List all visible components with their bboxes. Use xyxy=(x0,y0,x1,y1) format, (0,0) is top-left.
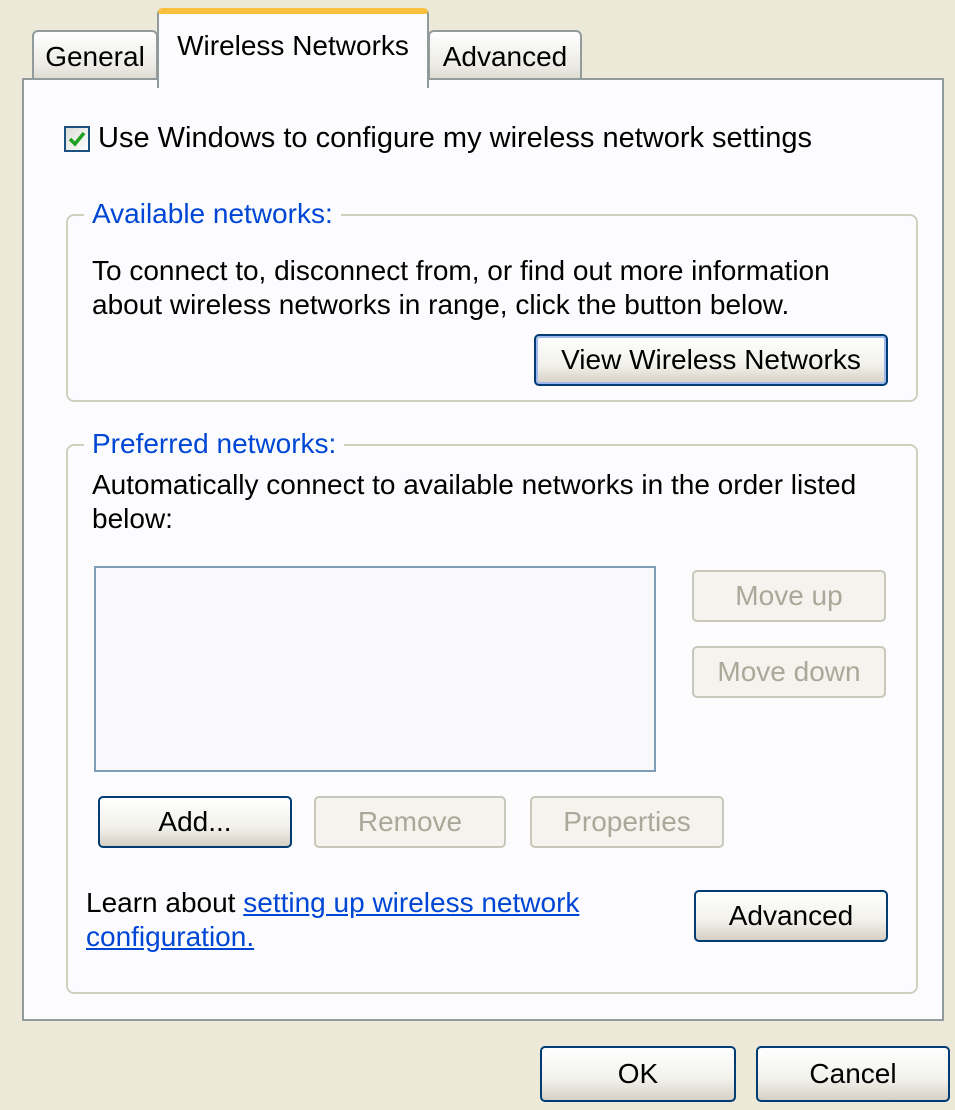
available-networks-group: Available networks: To connect to, disco… xyxy=(66,198,918,402)
available-networks-description: To connect to, disconnect from, or find … xyxy=(92,255,830,320)
preferred-networks-list[interactable] xyxy=(94,566,656,772)
use-windows-checkbox-row[interactable]: Use Windows to configure my wireless net… xyxy=(64,122,812,155)
tab-wireless-networks[interactable]: Wireless Networks xyxy=(157,8,429,88)
remove-button[interactable]: Remove xyxy=(314,796,506,848)
move-down-button[interactable]: Move down xyxy=(692,646,886,698)
wireless-network-connection-properties: General Wireless Networks Advanced Use W… xyxy=(0,0,955,1110)
add-button[interactable]: Add... xyxy=(98,796,292,848)
checkmark-icon xyxy=(68,131,86,147)
preferred-networks-group: Preferred networks: Automatically connec… xyxy=(66,428,918,994)
use-windows-checkbox[interactable] xyxy=(64,125,90,152)
tab-general[interactable]: General xyxy=(32,30,158,80)
tab-panel: Use Windows to configure my wireless net… xyxy=(22,78,944,1021)
available-networks-legend: Available networks: xyxy=(84,198,341,230)
move-up-button[interactable]: Move up xyxy=(692,570,886,622)
preferred-networks-description: Automatically connect to available netwo… xyxy=(92,469,857,534)
learn-about-text: Learn about setting up wireless network … xyxy=(86,886,646,954)
cancel-button[interactable]: Cancel xyxy=(756,1046,950,1102)
advanced-button[interactable]: Advanced xyxy=(694,890,888,942)
learn-about-prefix: Learn about xyxy=(86,887,244,918)
tab-advanced[interactable]: Advanced xyxy=(428,30,582,80)
use-windows-checkbox-label: Use Windows to configure my wireless net… xyxy=(98,122,812,154)
ok-button[interactable]: OK xyxy=(540,1046,736,1102)
view-wireless-networks-button[interactable]: View Wireless Networks xyxy=(534,334,888,386)
preferred-networks-legend: Preferred networks: xyxy=(84,428,345,460)
properties-button[interactable]: Properties xyxy=(530,796,724,848)
